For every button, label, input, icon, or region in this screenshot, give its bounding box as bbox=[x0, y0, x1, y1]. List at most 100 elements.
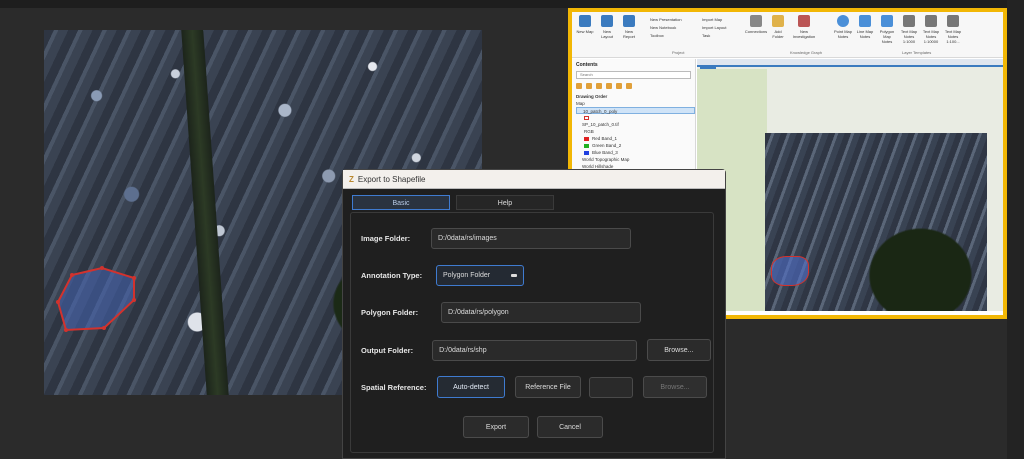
contents-search-input[interactable]: Search bbox=[576, 71, 691, 79]
point-icon bbox=[837, 15, 849, 27]
output-folder-field[interactable]: D:/0data/rs/shp bbox=[432, 339, 637, 361]
line-map-notes-button[interactable]: Line Map Notes bbox=[856, 15, 874, 44]
output-folder-row: Output Folder: D:/0data/rs/shp Browse... bbox=[361, 339, 711, 361]
red-swatch-icon bbox=[584, 136, 589, 141]
new-presentation-item[interactable]: New Presentation bbox=[650, 16, 682, 24]
browse-reference-button: Browse... bbox=[643, 376, 707, 398]
text-icon bbox=[903, 15, 915, 27]
dialog-actions: Export Cancel bbox=[463, 416, 623, 438]
dialog-body: Image Folder: D:/0data/rs/images Annotat… bbox=[350, 212, 714, 453]
app-logo-icon: Z bbox=[349, 174, 354, 184]
dialog-tabs: Basic Help bbox=[352, 195, 573, 210]
polygon-icon bbox=[881, 15, 893, 27]
new-report-button[interactable]: New Report bbox=[620, 15, 638, 39]
layer-tree: Drawing Order Map 10_patch_0_poly SP_10_… bbox=[572, 93, 695, 170]
layer-polygon[interactable]: 10_patch_0_poly bbox=[576, 107, 695, 114]
tab-help[interactable]: Help bbox=[456, 195, 554, 210]
window-right-edge bbox=[1007, 0, 1024, 459]
reference-file-button[interactable]: Reference File bbox=[515, 376, 581, 398]
list-by-selection-icon[interactable] bbox=[596, 83, 602, 89]
tab-basic[interactable]: Basic bbox=[352, 195, 450, 210]
text-icon bbox=[947, 15, 959, 27]
spatial-reference-row: Spatial Reference: Auto-detect Reference… bbox=[361, 376, 711, 398]
blue-swatch-icon bbox=[584, 150, 589, 155]
band-green: Green Band_2 bbox=[576, 142, 695, 149]
point-map-notes-button[interactable]: Point Map Notes bbox=[834, 15, 852, 44]
drawing-order-label: Drawing Order bbox=[576, 94, 608, 99]
layer-templates-group-label: Layer Templates bbox=[902, 50, 932, 55]
image-folder-field[interactable]: D:/0data/rs/images bbox=[431, 227, 631, 249]
map-raster-image bbox=[765, 133, 987, 311]
list-by-labeling-icon[interactable] bbox=[626, 83, 632, 89]
annotation-type-select[interactable]: Polygon Folder bbox=[436, 264, 524, 286]
task-item[interactable]: Task bbox=[702, 32, 726, 40]
polygon-folder-label: Polygon Folder: bbox=[361, 307, 419, 317]
map-icon bbox=[579, 15, 591, 27]
text-icon bbox=[925, 15, 937, 27]
dialog-titlebar[interactable]: Z Export to Shapefile bbox=[343, 170, 725, 189]
connections-button[interactable]: Connections bbox=[745, 15, 767, 39]
ribbon-connections-group: Connections Add Folder New Investigation bbox=[745, 15, 817, 39]
new-layout-button[interactable]: New Layout bbox=[598, 15, 616, 39]
layer-raster[interactable]: SP_10_patch_0.tif bbox=[576, 121, 695, 128]
annotation-type-value: Polygon Folder bbox=[443, 271, 491, 279]
reference-file-field[interactable] bbox=[589, 376, 633, 398]
import-map-item[interactable]: Import Map bbox=[702, 16, 726, 24]
text-map-notes-1000-button[interactable]: Text Map Notes 1:1000 bbox=[900, 15, 918, 44]
export-button[interactable]: Export bbox=[463, 416, 529, 438]
import-layout-item[interactable]: Import Layout bbox=[702, 24, 726, 32]
ribbon-templates-group: Point Map Notes Line Map Notes Polygon M… bbox=[834, 15, 962, 44]
annotation-type-row: Annotation Type: Polygon Folder bbox=[361, 264, 711, 286]
band-red: Red Band_1 bbox=[576, 135, 695, 142]
layer-polygon-symbol bbox=[576, 114, 695, 121]
text-map-notes-100-button[interactable]: Text Map Notes 1:100... bbox=[944, 15, 962, 44]
band-blue: Blue Band_3 bbox=[576, 149, 695, 156]
list-by-drawing-order-icon[interactable] bbox=[576, 83, 582, 89]
new-map-button[interactable]: New Map bbox=[576, 15, 594, 39]
layer-map[interactable]: Map bbox=[576, 100, 695, 107]
list-by-editing-icon[interactable] bbox=[606, 83, 612, 89]
new-investigation-button[interactable]: New Investigation bbox=[791, 15, 817, 39]
window-top-bar bbox=[0, 0, 1024, 8]
output-folder-label: Output Folder: bbox=[361, 345, 414, 355]
spatial-reference-label: Spatial Reference: bbox=[361, 382, 427, 392]
browse-output-button[interactable]: Browse... bbox=[646, 339, 711, 361]
map-view[interactable]: Map bbox=[697, 59, 1003, 311]
ribbon-list-1: New Presentation New Notebook Toolbox bbox=[650, 16, 682, 40]
database-icon bbox=[750, 15, 762, 27]
contents-title: Contents bbox=[576, 62, 598, 68]
contents-toolbar bbox=[572, 79, 695, 93]
list-by-source-icon[interactable] bbox=[586, 83, 592, 89]
green-swatch-icon bbox=[584, 143, 589, 148]
map-tab-bar: Map bbox=[697, 59, 1003, 74]
ribbon-project-group: New Map New Layout New Report bbox=[576, 15, 638, 39]
ribbon: New Map New Layout New Report New Presen… bbox=[572, 12, 1003, 58]
ribbon-list-2: Import Map Import Layout Task bbox=[702, 16, 726, 40]
image-folder-row: Image Folder: D:/0data/rs/images bbox=[361, 227, 711, 249]
dialog-title: Export to Shapefile bbox=[357, 174, 426, 184]
report-icon bbox=[623, 15, 635, 27]
polygon-map-notes-button[interactable]: Polygon Map Notes bbox=[878, 15, 896, 44]
polygon-symbol-icon bbox=[584, 115, 589, 120]
line-icon bbox=[859, 15, 871, 27]
list-by-snapping-icon[interactable] bbox=[616, 83, 622, 89]
knowledge-graph-group-label: Knowledge Graph bbox=[790, 50, 823, 55]
auto-detect-button[interactable]: Auto-detect bbox=[437, 376, 505, 398]
dropdown-icon bbox=[511, 273, 517, 277]
export-dialog: Z Export to Shapefile Basic Help Image F… bbox=[342, 169, 726, 459]
new-notebook-item[interactable]: New Notebook bbox=[650, 24, 682, 32]
layer-world-topo[interactable]: World Topographic Map bbox=[576, 156, 695, 163]
map-annotation-polygon[interactable] bbox=[771, 256, 809, 286]
toolbox-item[interactable]: Toolbox bbox=[650, 32, 682, 40]
polygon-folder-field[interactable]: D:/0data/rs/polygon bbox=[441, 301, 641, 323]
text-map-notes-10000-button[interactable]: Text Map Notes 1:10000 bbox=[922, 15, 940, 44]
polygon-folder-row: Polygon Folder: D:/0data/rs/polygon bbox=[361, 301, 711, 323]
folder-icon bbox=[772, 15, 784, 27]
cancel-button[interactable]: Cancel bbox=[537, 416, 603, 438]
image-folder-label: Image Folder: bbox=[361, 233, 411, 243]
investigation-icon bbox=[798, 15, 810, 27]
annotation-type-label: Annotation Type: bbox=[361, 270, 423, 280]
layout-icon bbox=[601, 15, 613, 27]
project-group-label: Project bbox=[672, 50, 685, 55]
add-folder-button[interactable]: Add Folder bbox=[769, 15, 787, 39]
